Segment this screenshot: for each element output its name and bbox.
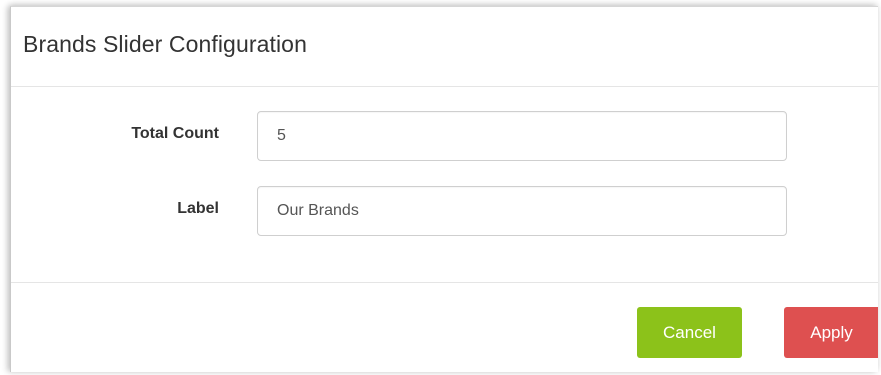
dialog-title: Brands Slider Configuration (23, 31, 307, 57)
brands-slider-config-dialog: Brands Slider Configuration Total Count … (10, 6, 878, 372)
label-row: Label (11, 186, 878, 236)
cancel-button[interactable]: Cancel (637, 307, 742, 358)
page-background: Brands Slider Configuration Total Count … (0, 0, 881, 375)
total-count-input[interactable] (257, 111, 787, 161)
total-count-label: Total Count (131, 125, 219, 142)
label-input[interactable] (257, 186, 787, 236)
label-field-label: Label (177, 200, 219, 217)
apply-button[interactable]: Apply (784, 307, 878, 358)
total-count-row: Total Count (11, 111, 878, 161)
dialog-header: Brands Slider Configuration (11, 7, 878, 87)
dialog-footer: Cancel Apply (11, 282, 878, 372)
